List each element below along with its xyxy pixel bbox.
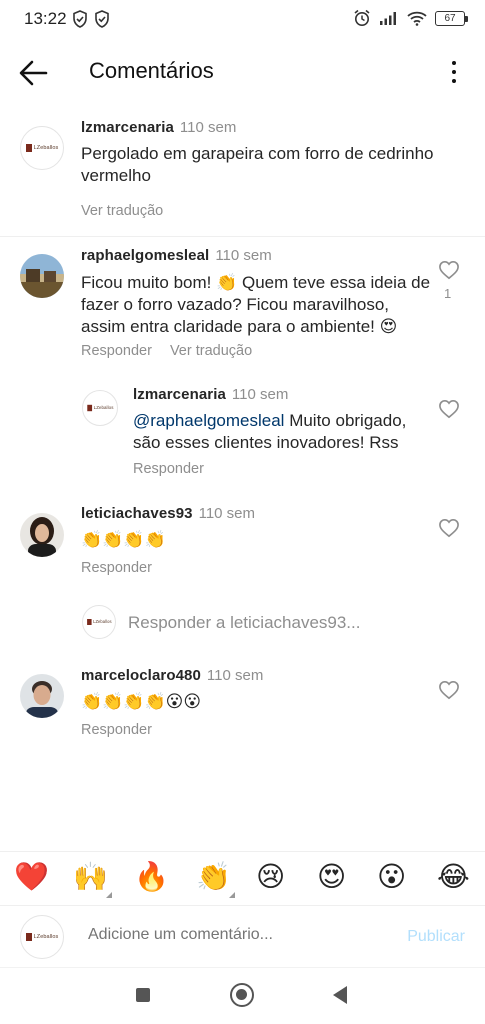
photo-avatar-image <box>20 674 64 718</box>
system-nav-bar <box>0 967 485 1024</box>
heart-icon[interactable] <box>438 399 460 419</box>
comment-time: 110 sem <box>198 505 256 522</box>
status-time: 13:22 <box>24 9 67 28</box>
comment-actions: Responder <box>81 721 170 739</box>
comment-text: Ficou muito bom! 👏 Quem teve essa ideia … <box>81 273 431 336</box>
heart-icon[interactable] <box>438 260 460 280</box>
battery-level: 67 <box>444 12 456 24</box>
lzeballos-logo: LZeballos <box>25 933 59 941</box>
battery-icon: 67 <box>435 10 468 26</box>
avatar[interactable] <box>20 674 64 718</box>
caption-time: 110 sem <box>179 119 237 136</box>
reply-header: lzmarcenaria 110 sem <box>133 386 288 404</box>
comment-header: leticiachaves93 110 sem <box>81 505 255 523</box>
comment-actions: Responder <box>81 559 170 577</box>
reply-text: @raphaelgomesleal Muito obrigado, são es… <box>133 410 433 454</box>
heart-icon[interactable] <box>438 680 460 700</box>
comment-text: 👏👏👏👏 <box>81 530 166 549</box>
reply-time: 110 sem <box>231 386 289 403</box>
photo-avatar-image <box>20 254 64 298</box>
signal-icon <box>380 12 396 25</box>
comment-composer: LZeballos Publicar <box>0 905 485 967</box>
comment-input[interactable] <box>88 926 378 944</box>
avatar[interactable]: LZeballos <box>20 126 64 170</box>
reply-link[interactable]: Responder <box>81 343 152 359</box>
caption-divider <box>0 236 485 237</box>
emoji-crying[interactable]: 😢 <box>256 860 285 894</box>
home-icon[interactable] <box>230 983 254 1007</box>
lzeballos-logo: LZeballos <box>86 404 113 412</box>
emoji-heart[interactable]: ❤️ <box>14 860 49 894</box>
emoji-fire[interactable]: 🔥 <box>134 860 169 894</box>
status-right-icons: 67 <box>353 9 468 27</box>
comment-time: 110 sem <box>215 247 272 264</box>
caption-username[interactable]: lzmarcenaria <box>81 119 174 136</box>
comment-time: 110 sem <box>206 667 264 684</box>
heart-icon[interactable] <box>438 518 460 538</box>
avatar: LZeballos <box>82 605 116 639</box>
status-left-icons <box>72 10 110 28</box>
avatar: LZeballos <box>20 915 64 959</box>
emoji-clap[interactable]: 👏 <box>196 860 235 898</box>
comment-username[interactable]: leticiachaves93 <box>81 505 193 522</box>
lzeballos-logo: LZeballos <box>25 144 59 152</box>
comment-text: 👏👏👏👏😮😮 <box>81 692 202 711</box>
reply-link[interactable]: Responder <box>133 461 204 477</box>
avatar[interactable] <box>20 254 64 298</box>
comment-username[interactable]: raphaelgomesleal <box>81 247 209 264</box>
app-header: Comentários <box>0 48 485 96</box>
avatar[interactable]: LZeballos <box>82 390 118 426</box>
reply-link[interactable]: Responder <box>81 560 152 576</box>
caption-header: lzmarcenaria 110 sem <box>81 119 236 137</box>
emoji-surprised[interactable]: 😮 <box>377 860 406 894</box>
lzeballos-logo: LZeballos <box>86 619 112 625</box>
shield-check-icon <box>73 10 87 28</box>
reply-prompt[interactable]: Responder a leticiachaves93... <box>128 613 360 633</box>
alarm-icon <box>354 9 370 26</box>
reply-username[interactable]: lzmarcenaria <box>133 386 226 403</box>
emoji-raised-hands[interactable]: 🙌 <box>73 860 112 898</box>
comment-header: marceloclaro480 110 sem <box>81 667 263 685</box>
translate-link[interactable]: Ver tradução <box>170 343 252 359</box>
caption-text: Pergolado em garapeira com forro de cedr… <box>81 144 434 185</box>
like-count: 1 <box>444 286 452 301</box>
emoji-heart-eyes[interactable]: 😍 <box>317 860 346 894</box>
more-vertical-icon[interactable] <box>449 58 459 86</box>
comment-username[interactable]: marceloclaro480 <box>81 667 201 684</box>
emoji-laughing[interactable]: 😂 <box>437 860 470 894</box>
caption-actions: Ver tradução <box>81 202 181 220</box>
emoji-quick-bar: ❤️ 🙌 🔥 👏 😢 😍 😮 😂 <box>0 851 485 903</box>
mention-link[interactable]: @raphaelgomesleal <box>133 411 284 430</box>
publish-button[interactable]: Publicar <box>407 928 465 946</box>
arrow-left-icon[interactable] <box>16 56 50 90</box>
page-title: Comentários <box>89 58 214 83</box>
status-bar: 13:22 67 <box>0 0 485 40</box>
photo-avatar-image <box>20 513 64 557</box>
recents-icon[interactable] <box>136 988 150 1002</box>
shield-check-icon <box>95 10 109 28</box>
comment-actions: Responder Ver tradução <box>81 342 270 360</box>
back-triangle-icon[interactable] <box>333 986 347 1004</box>
reply-actions: Responder <box>133 460 222 478</box>
translate-link[interactable]: Ver tradução <box>81 203 163 219</box>
wifi-icon <box>407 11 427 26</box>
comment-header: raphaelgomesleal 110 sem <box>81 247 272 265</box>
reply-link[interactable]: Responder <box>81 722 152 738</box>
avatar[interactable] <box>20 513 64 557</box>
